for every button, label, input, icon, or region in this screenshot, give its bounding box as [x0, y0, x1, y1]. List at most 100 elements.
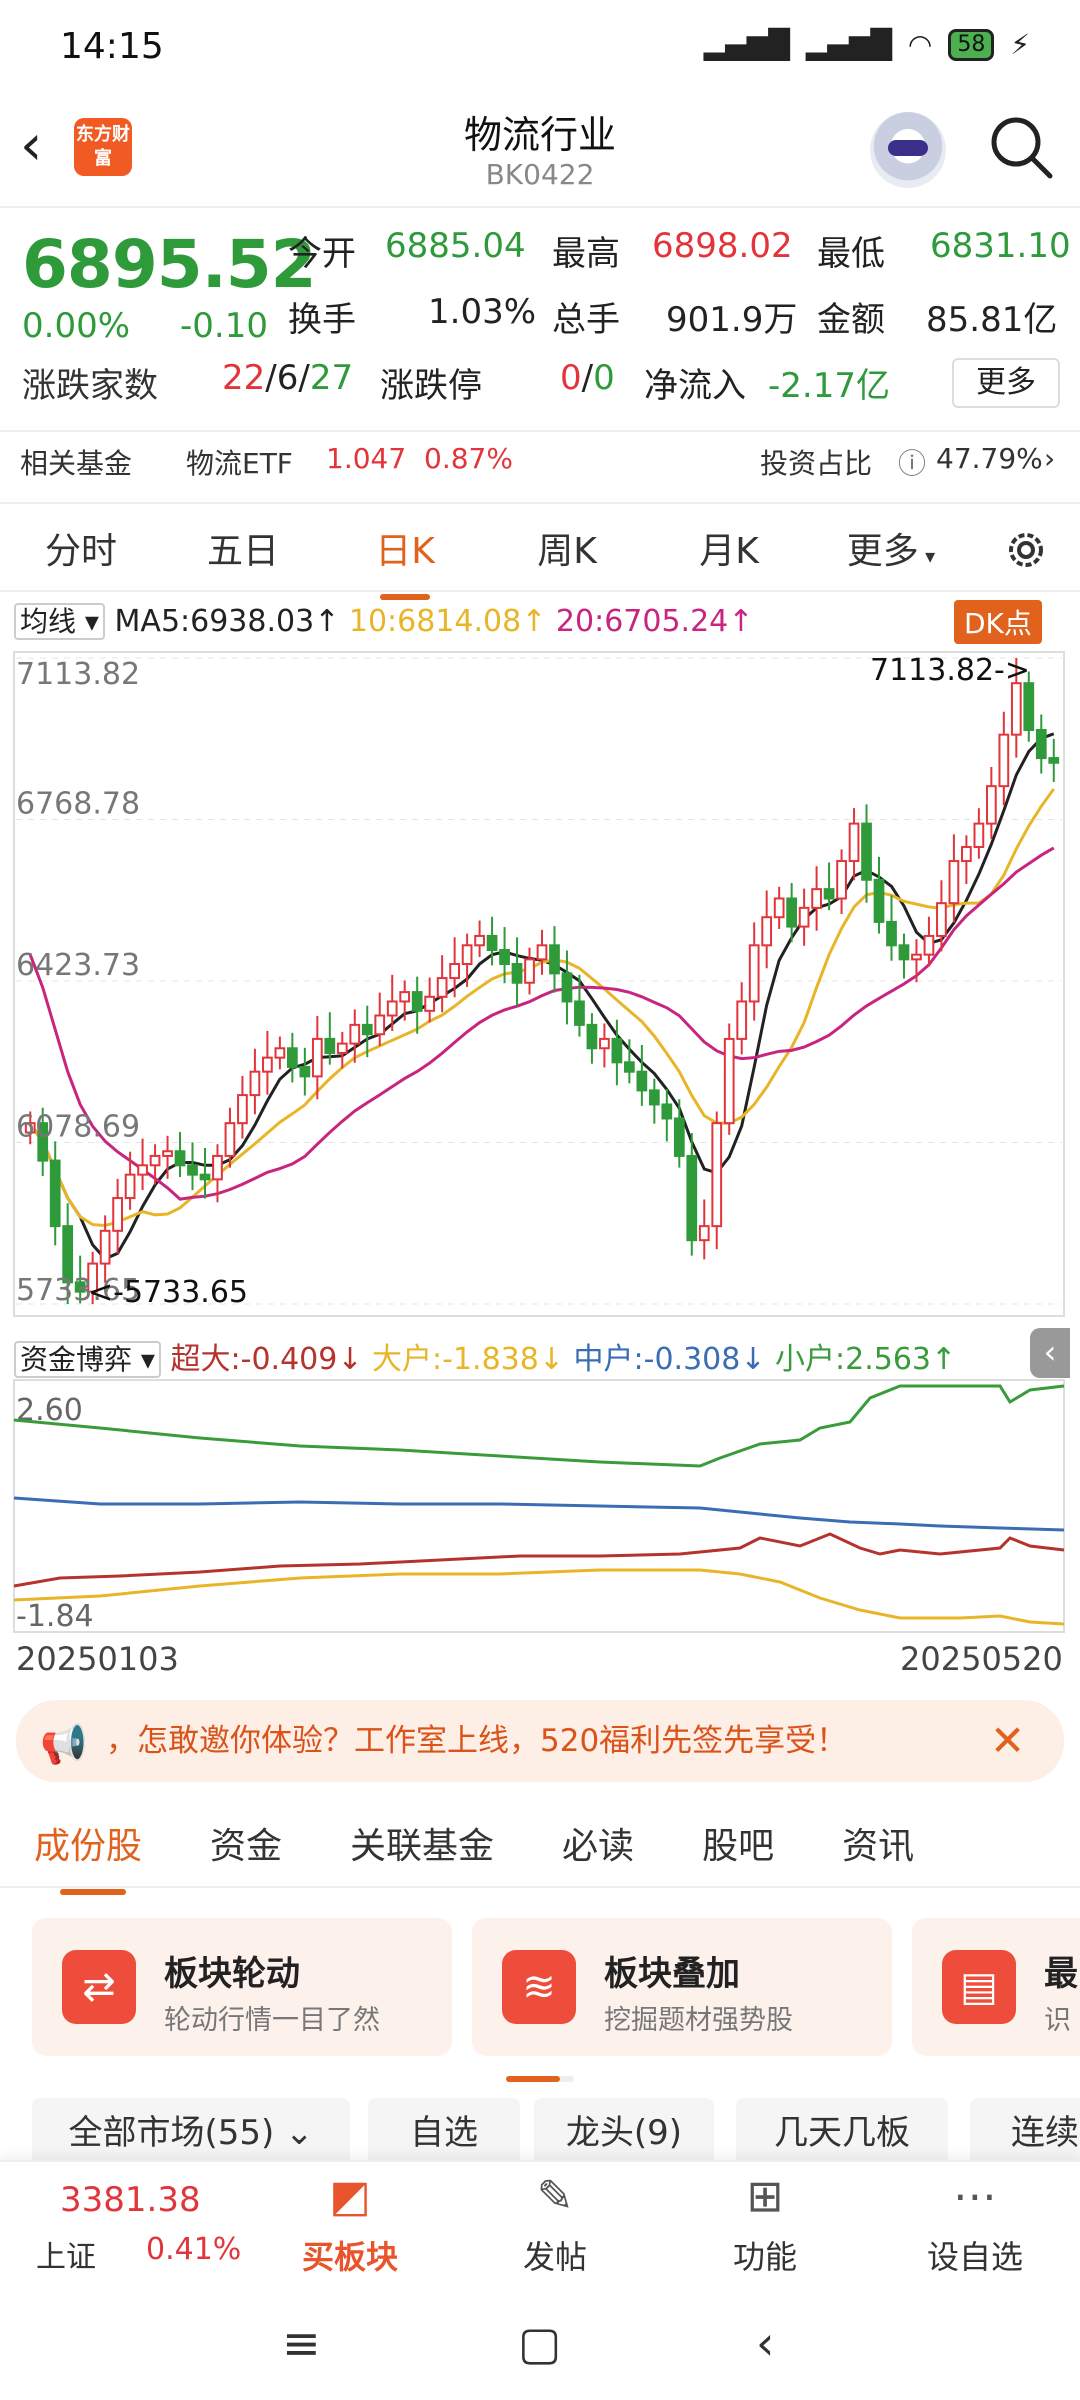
more-button[interactable]: 更多 — [952, 358, 1060, 408]
candle — [174, 1150, 186, 1167]
assistant-robot-icon[interactable] — [870, 112, 946, 188]
help-icon[interactable]: ⓘ — [898, 442, 926, 482]
add-watchlist-button[interactable]: ⋯ 设自选 — [910, 2162, 1040, 2282]
card-rotation[interactable]: ⇄ 板块轮动 轮动行情一目了然 — [32, 1918, 452, 2056]
candle — [574, 1000, 585, 1026]
candle — [324, 1037, 336, 1054]
tab-constituents[interactable]: 成份股 — [0, 1817, 176, 1895]
fund-flow-selector[interactable]: 资金博弈 ▾ — [14, 1341, 161, 1378]
candle — [973, 822, 985, 849]
candle — [1010, 682, 1022, 736]
tab-related-fund[interactable]: 关联基金 — [316, 1817, 528, 1869]
tab-monthly-k[interactable]: 月K — [648, 522, 810, 574]
buy-board-button[interactable]: ◩ 买板块 — [280, 2162, 420, 2282]
filter-board-days[interactable]: 几天几板 — [736, 2098, 948, 2168]
index-name[interactable]: 上证 — [36, 2232, 96, 2276]
tab-news[interactable]: 资讯 — [808, 1817, 948, 1869]
candle — [586, 1023, 598, 1050]
status-bar: 14:15 ▂▄▆█ ▂▄▆█ ◠ 58 ⚡ — [0, 0, 1080, 96]
high-value: 6898.02 — [652, 226, 793, 266]
ma-selector[interactable]: 均线 ▾ — [14, 603, 105, 640]
card-overlay[interactable]: ≋ 板块叠加 挖掘题材强势股 — [472, 1918, 892, 2056]
tab-weekly-k[interactable]: 周K — [486, 522, 648, 574]
kline-chart[interactable]: 7113.826768.786423.736078.695733.65 7113… — [0, 640, 1080, 1330]
date-start: 20250103 — [16, 1640, 179, 1678]
index-value[interactable]: 3381.38 — [60, 2180, 201, 2220]
close-icon[interactable]: ✕ — [990, 1716, 1025, 1765]
card-subtitle: 识 — [1044, 2005, 1071, 2036]
filter-watchlist[interactable]: 自选 — [368, 2098, 520, 2168]
candle — [923, 934, 935, 956]
filter-leaders[interactable]: 龙头(9) — [534, 2098, 714, 2168]
candle — [611, 1037, 623, 1064]
open-label: 今开 — [288, 234, 356, 274]
candle — [461, 944, 473, 966]
related-fund-label: 相关基金 — [20, 447, 133, 480]
candle — [274, 1047, 286, 1059]
tab-must-read[interactable]: 必读 — [528, 1817, 668, 1869]
status-icons: ▂▄▆█ ▂▄▆█ ◠ 58 ⚡ — [704, 28, 1030, 61]
ma-legend: 均线 ▾ MA5:6938.03↑ 10:6814.08↑ 20:6705.24… — [14, 600, 753, 640]
candle — [711, 1122, 723, 1228]
candle — [199, 1173, 211, 1181]
date-end: 20250520 — [900, 1640, 1063, 1678]
small-flow-line — [13, 1384, 1065, 1468]
candle — [761, 916, 773, 947]
candle — [936, 902, 947, 937]
tab-minute[interactable]: 分时 — [0, 522, 162, 574]
card-title: 板块轮动 — [164, 1954, 300, 1994]
chevron-right-icon[interactable]: › — [1044, 442, 1055, 475]
signal-icon: ▂▄▆█ — [703, 28, 790, 61]
candle — [311, 1037, 323, 1078]
edit-icon: ✎ — [536, 2171, 574, 2222]
ma10-value: 10:6814.08↑ — [348, 604, 547, 639]
change-percent: 0.00% — [22, 306, 131, 346]
gear-icon[interactable] — [1002, 526, 1050, 574]
candle — [162, 1150, 173, 1157]
low-value: 6831.10 — [930, 226, 1071, 266]
updown-label: 涨跌家数 — [22, 366, 158, 406]
candle — [536, 944, 548, 961]
dk-point-button[interactable]: DK点 — [954, 600, 1042, 644]
related-fund-row[interactable]: 相关基金 物流ETF 1.047 0.87% 投资占比 ⓘ 47.79% › — [20, 442, 1070, 502]
fund-price: 1.047 — [326, 442, 407, 475]
filter-consecutive[interactable]: 连续 — [970, 2098, 1080, 2168]
tab-5day[interactable]: 五日 — [162, 522, 324, 574]
limit-values: 0/0 — [560, 358, 615, 398]
back-nav-icon[interactable]: ‹ — [756, 2316, 774, 2370]
candle — [861, 822, 872, 881]
ma-lines — [28, 732, 1055, 1261]
function-button[interactable]: ⊞ 功能 — [700, 2162, 830, 2282]
search-icon[interactable] — [988, 114, 1054, 180]
candle — [848, 822, 860, 863]
tab-daily-k[interactable]: 日K — [324, 522, 486, 600]
system-navigation-bar: ≡ ▢ ‹ — [0, 2280, 1080, 2400]
low-label: 最低 — [817, 234, 885, 274]
ma20-value: 20:6705.24↑ — [555, 604, 754, 639]
tab-funds[interactable]: 资金 — [176, 1817, 316, 1869]
open-value: 6885.04 — [385, 226, 526, 266]
promo-banner[interactable]: ，怎敢邀你体验？工作室上线，520福利先签先享受！ — [16, 1700, 1064, 1782]
amount-label: 金额 — [817, 300, 885, 340]
card-subtitle: 挖掘题材强势股 — [604, 2005, 793, 2036]
fund-name[interactable]: 物流ETF — [186, 442, 293, 482]
index-pct[interactable]: 0.41% — [146, 2232, 241, 2267]
post-button[interactable]: ✎ 发帖 — [490, 2162, 620, 2282]
menu-icon[interactable]: ≡ — [282, 2316, 321, 2370]
candle — [836, 860, 847, 900]
collapse-icon[interactable]: ‹ — [1030, 1328, 1070, 1378]
card-partial[interactable]: ▤ 最 识 — [912, 1918, 1080, 2056]
tab-forum[interactable]: 股吧 — [668, 1817, 808, 1869]
status-time: 14:15 — [60, 26, 164, 67]
last-price: 6895.52 — [22, 226, 317, 303]
section-tabs: 成份股 资金 关联基金 必读 股吧 资讯 — [0, 1800, 1080, 1895]
more-dots-icon: ⋯ — [953, 2171, 997, 2222]
candle — [349, 1023, 361, 1045]
home-icon[interactable]: ▢ — [518, 2316, 561, 2370]
filter-all-market[interactable]: 全部市场(55) ⌄ — [32, 2098, 350, 2168]
mid-flow-line — [13, 1496, 1065, 1532]
candle — [561, 972, 573, 1003]
tab-more[interactable]: 更多 ▾ — [810, 522, 972, 574]
high-annotation: 7113.82-> — [870, 653, 1030, 688]
report-icon: ▤ — [942, 1950, 1016, 2024]
